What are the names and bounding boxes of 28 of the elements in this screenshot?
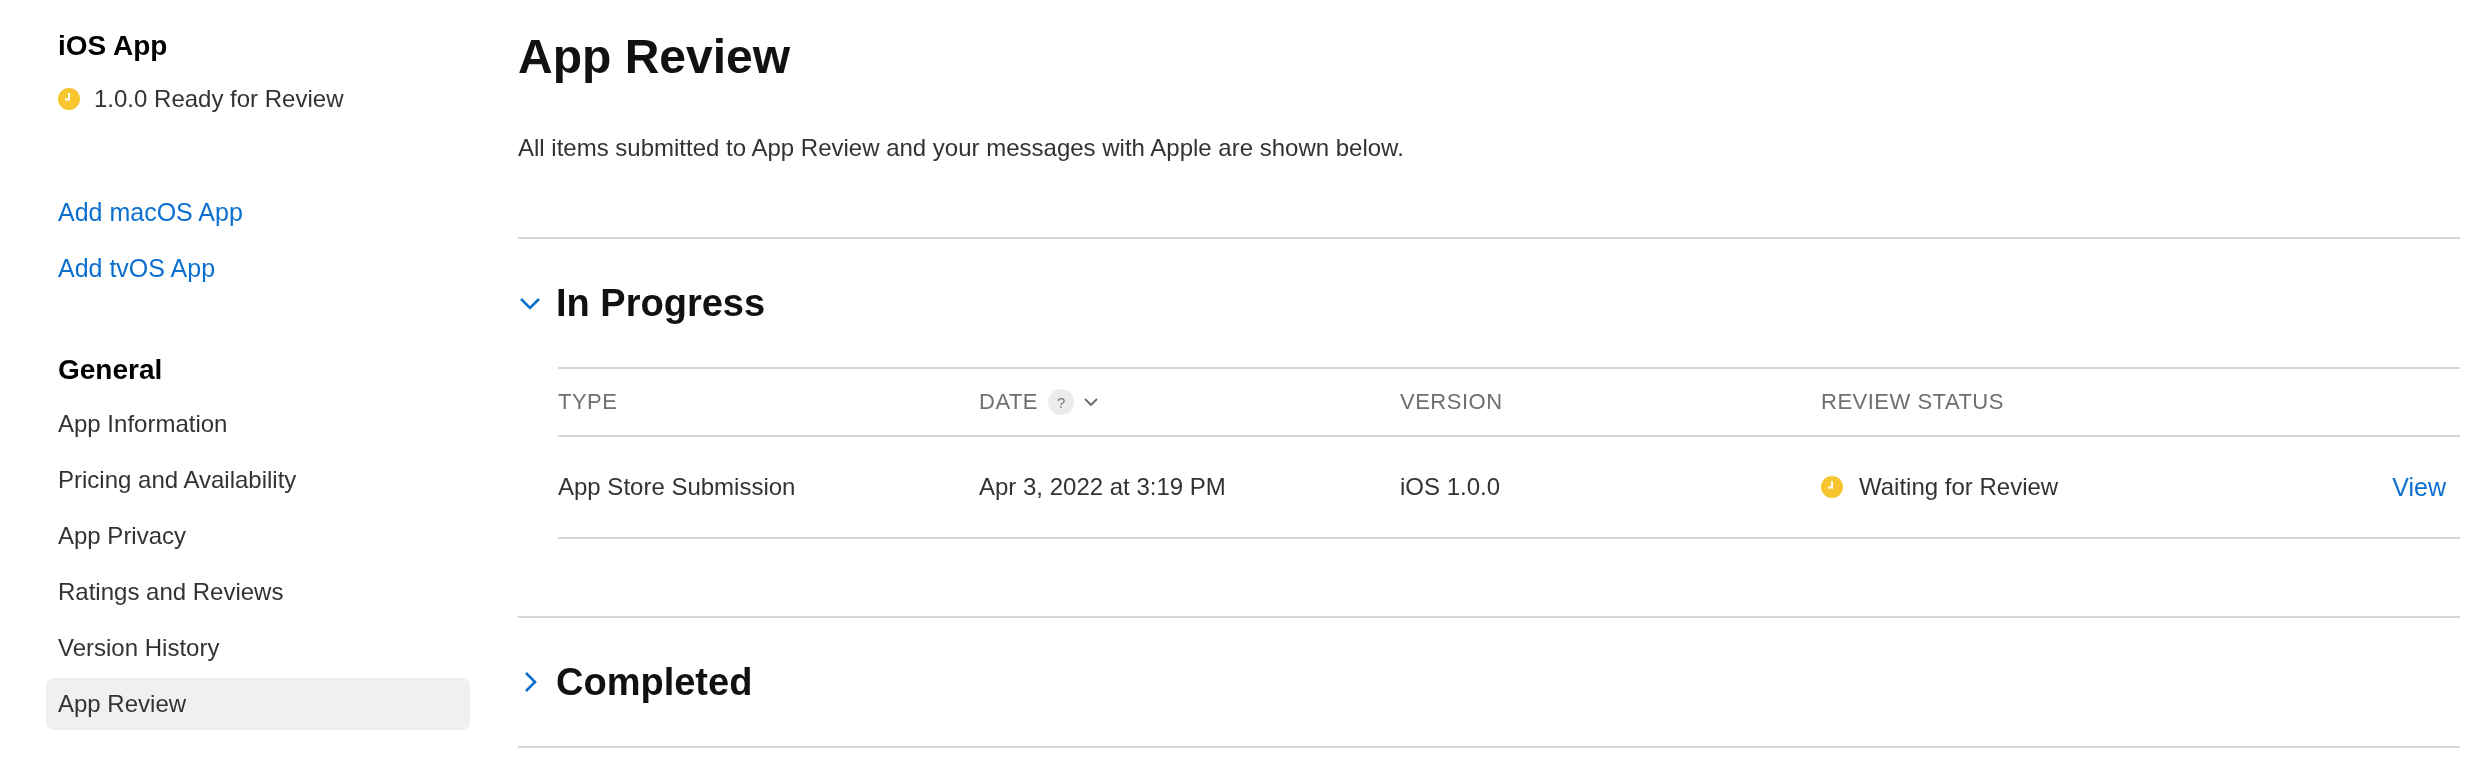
review-status: Waiting for Review [1859,473,2059,501]
sort-caret-icon[interactable] [1084,397,1099,407]
section-toggle[interactable]: Completed [518,618,2460,746]
help-badge[interactable]: ? [1048,389,1075,415]
clock-icon [1821,476,1843,498]
column-header: REVIEW STATUS [1821,389,2004,415]
section-toggle[interactable]: In Progress [518,239,2460,367]
column-header[interactable]: DATE [979,389,1039,415]
sidebar-item[interactable]: Pricing and Availability [46,454,470,506]
add-platform-link[interactable]: Add tvOS App [58,251,216,285]
section-heading: General [58,353,164,387]
column-header: TYPE [558,389,618,415]
page-title: App Review [518,29,792,85]
add-platform-link[interactable]: Add macOS App [58,195,243,229]
view-link[interactable]: View [2392,472,2460,502]
page-description: All items submitted to App Review and your messages with Apple are shown below. [518,133,1405,163]
column-header: VERSION [1400,389,1503,415]
table-cell: iOS 1.0.0 [1400,473,1501,500]
sidebar-item[interactable]: Ratings and Reviews [46,566,470,618]
app-status: 1.0.0 Ready for Review [94,85,344,113]
app-title: iOS App [58,29,169,63]
sidebar-item[interactable]: App Review [46,678,470,730]
sidebar-item[interactable]: Version History [46,622,470,674]
clock-icon [58,88,80,110]
table-cell: App Store Submission [558,473,796,500]
sidebar-item[interactable]: App Privacy [46,510,470,562]
sidebar-item[interactable]: App Information [46,398,470,450]
table-cell: Apr 3, 2022 at 3:19 PM [979,473,1226,500]
